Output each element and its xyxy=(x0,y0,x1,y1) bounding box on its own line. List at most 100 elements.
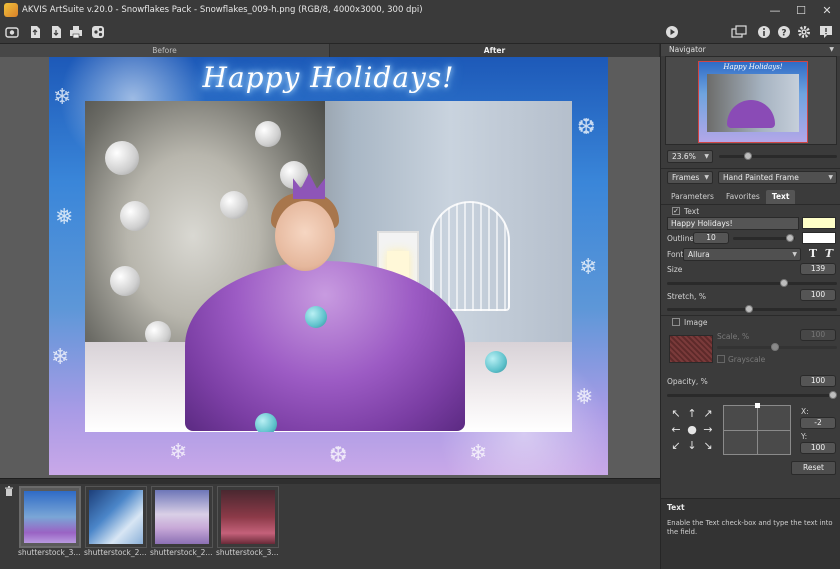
info-icon[interactable] xyxy=(756,24,772,40)
outline-value[interactable]: 10 xyxy=(693,232,729,244)
snowflake-decoration: ❄ xyxy=(169,440,188,465)
feedback-icon[interactable] xyxy=(818,24,834,40)
image-canvas[interactable]: ❄ ❅ ❄ ❆ ❄ ❅ ❄ ❆ ❄ Happy Holidays! xyxy=(0,57,660,478)
arrow-down-right-icon[interactable]: ↘ xyxy=(701,439,715,453)
help-title: Text xyxy=(667,503,685,512)
snowflake-decoration: ❄ xyxy=(51,345,70,370)
thumbnail-image xyxy=(24,491,76,543)
minimize-button[interactable]: — xyxy=(762,0,788,20)
run-icon[interactable] xyxy=(664,24,680,40)
arrow-left-icon[interactable]: ← xyxy=(669,423,683,437)
thumbnail[interactable] xyxy=(151,486,213,548)
stretch-slider-thumb[interactable] xyxy=(744,305,753,313)
outline-color-swatch[interactable] xyxy=(802,232,836,244)
text-input[interactable]: Happy Holidays! xyxy=(667,217,799,230)
y-value[interactable]: 100 xyxy=(800,442,836,454)
settings-gear-icon[interactable] xyxy=(796,24,812,40)
snowflake-decoration: ❅ xyxy=(575,385,594,410)
window-title: AKVIS ArtSuite v.20.0 - Snowflakes Pack … xyxy=(22,5,423,15)
thumbnail[interactable] xyxy=(19,486,81,548)
size-slider-thumb[interactable] xyxy=(780,279,789,287)
ornament xyxy=(220,191,248,219)
arrow-up-left-icon[interactable]: ↖ xyxy=(669,407,683,421)
grayscale-label: Grayscale xyxy=(728,355,766,364)
reset-button[interactable]: Reset xyxy=(791,461,836,475)
opacity-slider[interactable] xyxy=(667,394,837,397)
settings-tabs: Parameters Favorites Text xyxy=(665,190,837,204)
tab-favorites[interactable]: Favorites xyxy=(720,190,766,204)
tab-text[interactable]: Text xyxy=(765,190,796,204)
thumbnail[interactable] xyxy=(85,486,147,548)
zoom-slider-thumb[interactable] xyxy=(744,152,753,160)
center-dot-icon[interactable]: ● xyxy=(685,423,699,437)
thumbnail-image xyxy=(221,490,275,544)
batch-icon[interactable] xyxy=(730,24,750,40)
category-value: Frames xyxy=(672,173,700,182)
navigator-thumbnail[interactable]: Happy Holidays! xyxy=(698,61,808,143)
position-marker[interactable] xyxy=(755,403,760,408)
opacity-slider-thumb[interactable] xyxy=(829,391,837,399)
text-color-swatch[interactable] xyxy=(802,217,836,229)
image-checkbox[interactable] xyxy=(672,318,680,326)
share-icon[interactable] xyxy=(90,24,106,40)
scale-value[interactable]: 100 xyxy=(800,329,836,341)
scale-label: Scale, % xyxy=(717,332,750,341)
stretch-value[interactable]: 100 xyxy=(800,289,836,301)
x-value[interactable]: -2 xyxy=(800,417,836,429)
arrow-up-icon[interactable]: ↑ xyxy=(685,407,699,421)
birdcage xyxy=(430,201,510,311)
bold-button[interactable]: T xyxy=(807,248,819,260)
navigator-preview[interactable]: Happy Holidays! xyxy=(665,56,837,145)
outline-slider-thumb[interactable] xyxy=(785,234,794,242)
font-dropdown[interactable]: Allura ▼ xyxy=(683,248,801,261)
thumbnail[interactable] xyxy=(217,486,279,548)
save-file-icon[interactable] xyxy=(48,24,64,40)
blue-ornament xyxy=(255,413,277,432)
zoom-dropdown[interactable]: 23.6% ▼ xyxy=(667,150,713,163)
help-text: Enable the Text check-box and type the t… xyxy=(667,519,833,536)
trash-icon[interactable] xyxy=(4,486,14,496)
arrow-up-right-icon[interactable]: ↗ xyxy=(701,407,715,421)
collapse-arrow-icon[interactable]: ▼ xyxy=(829,44,834,56)
navigator-title: Navigator xyxy=(661,44,840,56)
size-slider[interactable] xyxy=(667,282,837,285)
thumbnail-label: shutterstock_3... xyxy=(18,548,81,557)
svg-text:?: ? xyxy=(781,29,786,39)
home-icon[interactable] xyxy=(4,24,20,40)
thumbnail-image xyxy=(89,490,143,544)
size-value[interactable]: 139 xyxy=(800,263,836,275)
tab-before[interactable]: Before xyxy=(0,44,330,57)
outline-label: Outline xyxy=(667,234,695,243)
thumbnail-label: shutterstock_3... xyxy=(216,548,279,557)
size-label: Size xyxy=(667,265,683,274)
help-icon[interactable]: ? xyxy=(776,24,792,40)
arrow-down-icon[interactable]: ↓ xyxy=(685,439,699,453)
maximize-button[interactable]: ☐ xyxy=(788,0,814,20)
divider xyxy=(661,204,840,205)
opacity-value[interactable]: 100 xyxy=(800,375,836,387)
text-checkbox-label: Text xyxy=(684,207,700,216)
close-button[interactable]: ✕ xyxy=(814,0,840,20)
y-label: Y: xyxy=(801,432,808,441)
image-texture-preview[interactable] xyxy=(669,335,713,363)
zoom-slider[interactable] xyxy=(719,155,837,158)
settings-panel: Navigator ▼ Happy Holidays! 23.6% ▼ Frame… xyxy=(660,44,840,569)
text-checkbox[interactable]: ✓ xyxy=(672,207,680,215)
italic-button[interactable]: T xyxy=(823,248,835,260)
tab-parameters[interactable]: Parameters xyxy=(665,190,720,204)
tab-after[interactable]: After xyxy=(330,44,660,57)
grayscale-checkbox[interactable] xyxy=(717,355,725,363)
print-icon[interactable] xyxy=(68,24,84,40)
divider xyxy=(661,168,840,169)
position-grid[interactable] xyxy=(723,403,791,455)
arrow-right-icon[interactable]: → xyxy=(701,423,715,437)
zoom-value: 23.6% xyxy=(672,152,696,161)
frame-type-dropdown[interactable]: Hand Painted Frame ▼ xyxy=(718,171,837,184)
girl-face xyxy=(275,201,335,271)
arrow-down-left-icon[interactable]: ↙ xyxy=(669,439,683,453)
open-file-icon[interactable] xyxy=(27,24,43,40)
before-after-tabs: Before After xyxy=(0,44,660,57)
category-dropdown[interactable]: Frames ▼ xyxy=(667,171,713,184)
filmstrip: shutterstock_3... shutterstock_2... shut… xyxy=(0,484,660,569)
scale-slider-thumb[interactable] xyxy=(770,343,779,351)
